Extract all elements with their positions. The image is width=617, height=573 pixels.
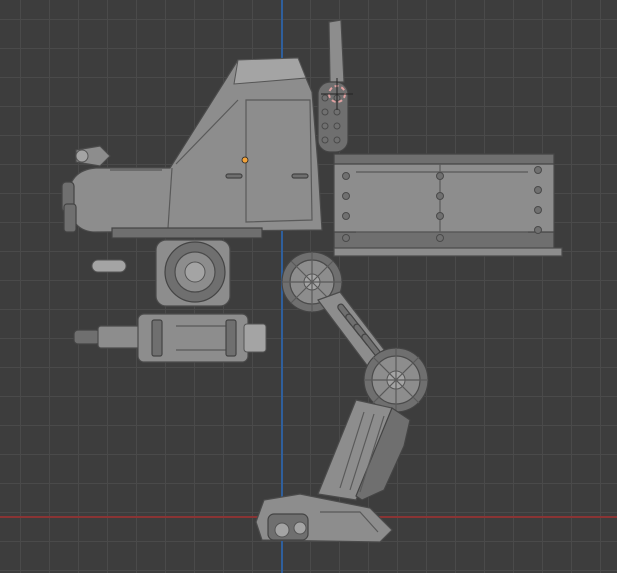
truck-cab[interactable] xyxy=(61,57,323,233)
knee-gear-lower[interactable] xyxy=(363,347,429,413)
exhaust-stack[interactable] xyxy=(317,19,349,153)
weapon-pod[interactable] xyxy=(73,313,267,363)
mech-model[interactable] xyxy=(0,0,617,573)
3d-viewport[interactable] xyxy=(0,0,617,573)
cargo-box[interactable] xyxy=(333,153,563,257)
hip-joint[interactable] xyxy=(155,239,231,307)
foot[interactable] xyxy=(255,493,393,543)
object-origin-icon xyxy=(241,156,249,164)
shin-assembly[interactable] xyxy=(317,399,411,501)
